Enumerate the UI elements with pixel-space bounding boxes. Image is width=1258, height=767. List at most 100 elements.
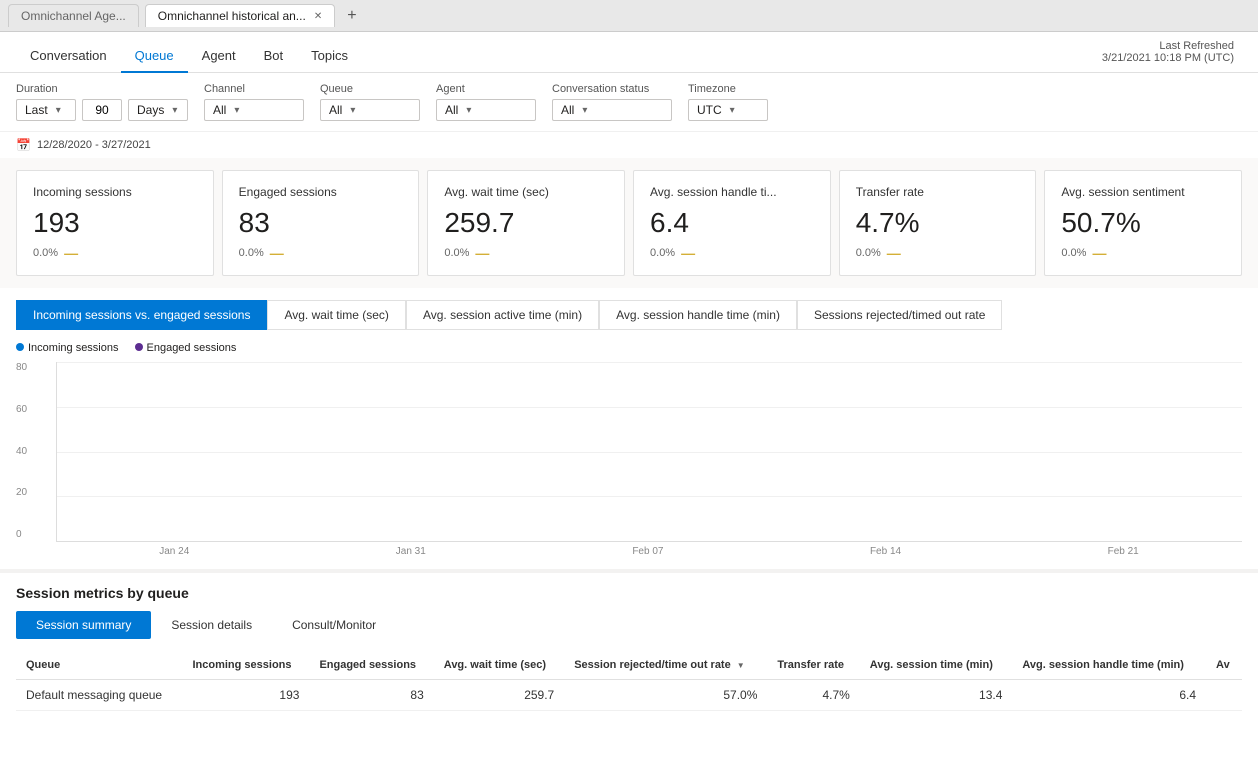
nav-agent[interactable]: Agent <box>188 40 250 73</box>
tab-label: Omnichannel historical an... <box>158 9 306 23</box>
tab-omnichannel-age[interactable]: Omnichannel Age... <box>8 4 139 27</box>
kpi-card: Engaged sessions 83 0.0% — <box>222 170 420 276</box>
duration-type-select[interactable]: Last ▾ <box>16 99 76 121</box>
tab-label: Omnichannel Age... <box>21 9 126 23</box>
kpi-pct: 0.0% <box>33 247 58 259</box>
session-table: Queue Incoming sessions Engaged sessions… <box>16 651 1242 711</box>
agent-filter: Agent All ▾ <box>436 83 536 121</box>
close-tab-icon[interactable]: ✕ <box>314 11 322 22</box>
table-header-row: Queue Incoming sessions Engaged sessions… <box>16 651 1242 680</box>
chart-tab[interactable]: Avg. session active time (min) <box>406 300 599 330</box>
kpi-value: 193 <box>33 207 197 239</box>
legend-dot <box>135 343 143 351</box>
kpi-trend: — <box>270 245 284 261</box>
date-range-value: 12/28/2020 - 3/27/2021 <box>37 139 151 151</box>
tab-omnichannel-historical[interactable]: Omnichannel historical an... ✕ <box>145 4 335 27</box>
duration-controls: Last ▾ Days ▾ <box>16 99 188 121</box>
legend-dot <box>16 343 24 351</box>
kpi-footer: 0.0% — <box>1061 245 1225 261</box>
kpi-value: 4.7% <box>856 207 1020 239</box>
kpi-pct: 0.0% <box>650 247 675 259</box>
session-metrics-title: Session metrics by queue <box>16 585 1242 601</box>
legend-item: Incoming sessions <box>16 342 119 354</box>
col-incoming: Incoming sessions <box>182 651 309 680</box>
chart-tab[interactable]: Incoming sessions vs. engaged sessions <box>16 300 267 330</box>
session-tab[interactable]: Consult/Monitor <box>272 611 396 639</box>
session-tab[interactable]: Session details <box>151 611 272 639</box>
kpi-pct: 0.0% <box>239 247 264 259</box>
kpi-value: 6.4 <box>650 207 814 239</box>
agent-select[interactable]: All ▾ <box>436 99 536 121</box>
kpi-value: 50.7% <box>1061 207 1225 239</box>
queue-select[interactable]: All ▾ <box>320 99 420 121</box>
col-avg-wait: Avg. wait time (sec) <box>434 651 564 680</box>
chevron-down-icon: ▾ <box>466 105 471 116</box>
nav-topics[interactable]: Topics <box>297 40 362 73</box>
nav-conversation[interactable]: Conversation <box>16 40 121 73</box>
kpi-row: Incoming sessions 193 0.0% — Engaged ses… <box>0 158 1258 288</box>
table-body: Default messaging queue 193 83 259.7 57.… <box>16 680 1242 711</box>
kpi-title: Avg. session handle ti... <box>650 185 814 199</box>
col-extra: Av <box>1206 651 1242 680</box>
app-container: Conversation Queue Agent Bot Topics Last… <box>0 32 1258 767</box>
kpi-trend: — <box>1092 245 1106 261</box>
chart-tab[interactable]: Sessions rejected/timed out rate <box>797 300 1002 330</box>
last-refreshed: Last Refreshed 3/21/2021 10:18 PM (UTC) <box>1102 40 1234 64</box>
kpi-title: Engaged sessions <box>239 185 403 199</box>
new-tab-button[interactable]: + <box>341 7 362 25</box>
agent-value: All <box>445 103 458 117</box>
channel-value: All <box>213 103 226 117</box>
conversation-status-select[interactable]: All ▾ <box>552 99 672 121</box>
queue-value: All <box>329 103 342 117</box>
chevron-down-icon: ▾ <box>172 105 177 116</box>
duration-type-value: Last <box>25 103 48 117</box>
kpi-title: Avg. session sentiment <box>1061 185 1225 199</box>
sort-icon: ▼ <box>737 661 745 670</box>
nav-bot[interactable]: Bot <box>250 40 298 73</box>
table-row: Default messaging queue 193 83 259.7 57.… <box>16 680 1242 711</box>
chevron-down-icon: ▾ <box>730 105 735 116</box>
conversation-status-label: Conversation status <box>552 83 672 95</box>
nav-queue[interactable]: Queue <box>121 40 188 73</box>
browser-chrome: Omnichannel Age... Omnichannel historica… <box>0 0 1258 32</box>
conversation-status-value: All <box>561 103 574 117</box>
cell-avg-wait: 259.7 <box>434 680 564 711</box>
col-handle-time: Avg. session handle time (min) <box>1012 651 1206 680</box>
kpi-trend: — <box>681 245 695 261</box>
kpi-footer: 0.0% — <box>856 245 1020 261</box>
legend-item: Engaged sessions <box>135 342 237 354</box>
session-tab[interactable]: Session summary <box>16 611 151 639</box>
kpi-footer: 0.0% — <box>650 245 814 261</box>
last-refreshed-value: 3/21/2021 10:18 PM (UTC) <box>1102 52 1234 64</box>
kpi-value: 259.7 <box>444 207 608 239</box>
timezone-select[interactable]: UTC ▾ <box>688 99 768 121</box>
col-rejected: Session rejected/time out rate ▼ <box>564 651 767 680</box>
last-refreshed-label: Last Refreshed <box>1102 40 1234 52</box>
chevron-down-icon: ▾ <box>56 105 61 116</box>
cell-extra <box>1206 680 1242 711</box>
cell-engaged: 83 <box>309 680 433 711</box>
chart-tab[interactable]: Avg. wait time (sec) <box>267 300 405 330</box>
kpi-card: Avg. session sentiment 50.7% 0.0% — <box>1044 170 1242 276</box>
timezone-value: UTC <box>697 103 722 117</box>
agent-label: Agent <box>436 83 536 95</box>
kpi-trend: — <box>475 245 489 261</box>
duration-number-input[interactable] <box>82 99 122 121</box>
channel-select[interactable]: All ▾ <box>204 99 304 121</box>
duration-unit-select[interactable]: Days ▾ <box>128 99 188 121</box>
kpi-trend: — <box>887 245 901 261</box>
duration-unit-value: Days <box>137 103 164 117</box>
kpi-card: Avg. wait time (sec) 259.7 0.0% — <box>427 170 625 276</box>
chart-legend: Incoming sessions Engaged sessions <box>16 342 1242 354</box>
chart-tab[interactable]: Avg. session handle time (min) <box>599 300 797 330</box>
kpi-title: Avg. wait time (sec) <box>444 185 608 199</box>
col-session-time: Avg. session time (min) <box>860 651 1013 680</box>
col-transfer: Transfer rate <box>767 651 859 680</box>
chart-tabs: Incoming sessions vs. engaged sessionsAv… <box>16 300 1242 330</box>
session-metrics-section: Session metrics by queue Session summary… <box>0 569 1258 723</box>
chart-area <box>56 362 1242 542</box>
cell-incoming: 193 <box>182 680 309 711</box>
kpi-title: Incoming sessions <box>33 185 197 199</box>
kpi-trend: — <box>64 245 78 261</box>
kpi-card: Transfer rate 4.7% 0.0% — <box>839 170 1037 276</box>
